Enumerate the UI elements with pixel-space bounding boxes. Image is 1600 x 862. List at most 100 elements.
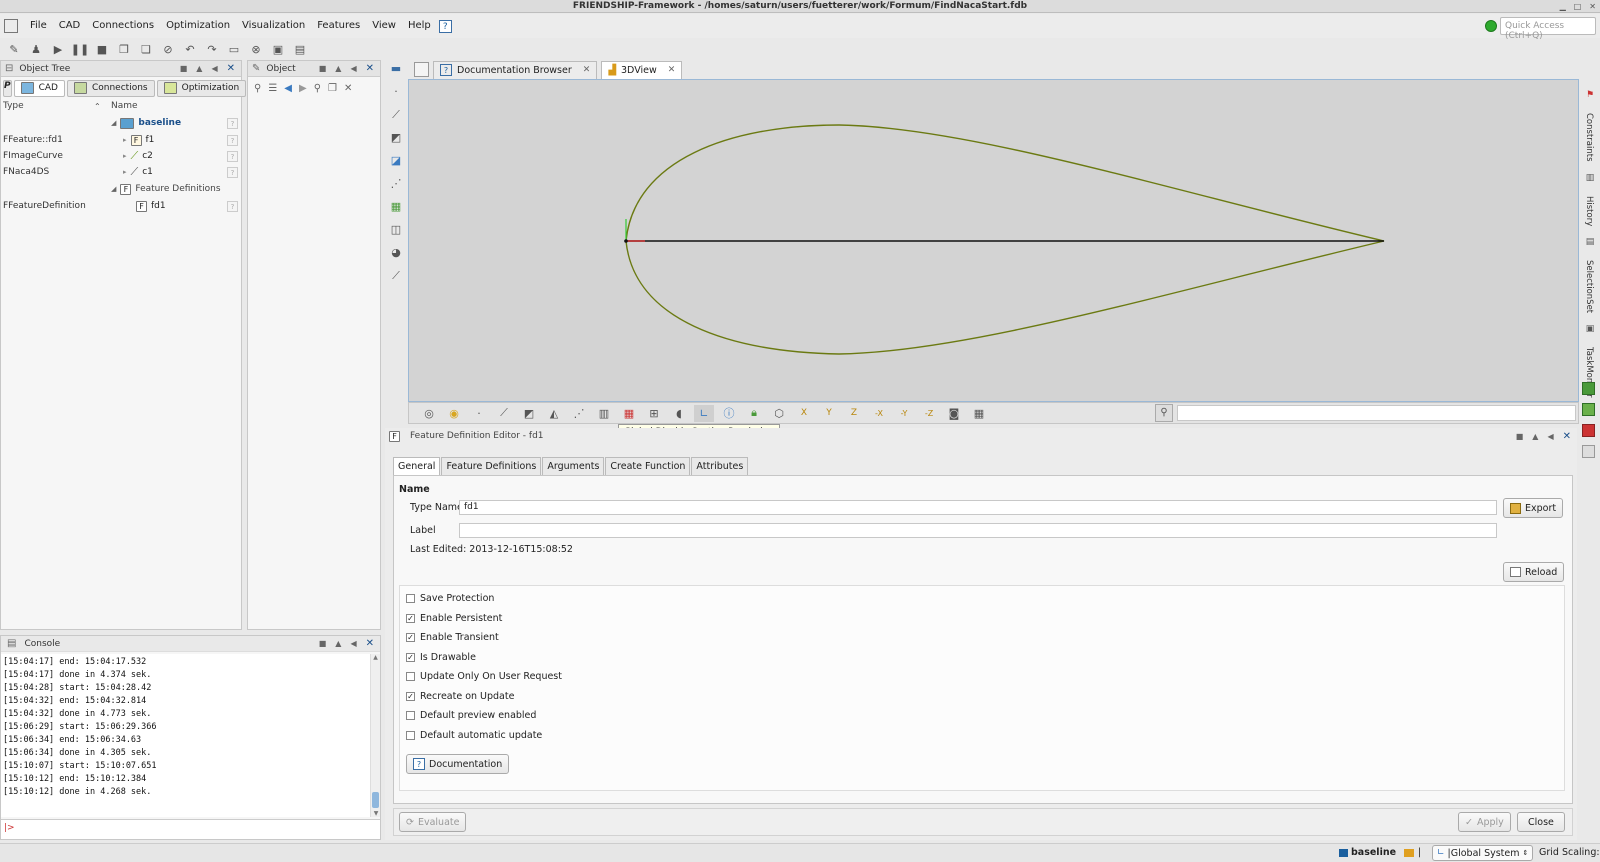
left-icon[interactable]: ◀ bbox=[350, 64, 356, 73]
quick-access-input[interactable]: Quick Access (Ctrl+Q) bbox=[1500, 17, 1596, 41]
tab-feature-definitions[interactable]: Feature Definitions bbox=[441, 457, 542, 475]
global-section-icon[interactable]: ∟ bbox=[694, 404, 714, 422]
tab-3dview[interactable]: ▟ 3DView ✕ bbox=[601, 60, 683, 79]
tab-optimization[interactable]: Optimization bbox=[156, 79, 247, 97]
documentation-button[interactable]: ? Documentation bbox=[406, 754, 510, 774]
apply-button[interactable]: ✓ Apply bbox=[1458, 812, 1511, 832]
tab-general[interactable]: General bbox=[393, 457, 441, 475]
offset-icon[interactable]: ⋰ bbox=[386, 175, 406, 192]
close-icon[interactable]: ✕ bbox=[227, 63, 235, 74]
scroll-thumb[interactable] bbox=[372, 792, 379, 808]
menu-file[interactable]: File bbox=[24, 14, 53, 38]
enable-persistent-row[interactable]: ✓ Enable Persistent bbox=[406, 609, 562, 629]
tab-create-function[interactable]: Create Function bbox=[605, 457, 691, 475]
help-qmark-icon[interactable]: ? bbox=[227, 200, 238, 212]
console-scrollbar[interactable]: ▲ ▼ bbox=[370, 654, 380, 817]
camera-icon[interactable]: ◙ bbox=[944, 405, 964, 422]
select-icon[interactable]: ◪ bbox=[386, 152, 406, 169]
history-icon[interactable]: ▥ bbox=[1582, 170, 1598, 186]
tree-row-feature-definitions[interactable]: ◢ F Feature Definitions bbox=[1, 181, 241, 197]
open-icon[interactable]: ▭ bbox=[226, 41, 242, 57]
close-icon[interactable]: ✕ bbox=[366, 63, 374, 74]
edit-icon[interactable]: ✎ bbox=[6, 41, 22, 57]
console-output[interactable]: [15:04:17] end: 15:04:17.532 [15:04:17] … bbox=[1, 654, 370, 817]
mesh-icon[interactable]: ▦ bbox=[386, 198, 406, 215]
red-tool-icon[interactable] bbox=[1582, 424, 1595, 437]
up-icon[interactable]: ▲ bbox=[1532, 432, 1538, 441]
type-name-input[interactable]: fd1 bbox=[459, 500, 1497, 515]
curves-icon[interactable]: ⟋ bbox=[494, 405, 514, 422]
enable-transient-checkbox[interactable]: ✓ bbox=[406, 633, 415, 643]
list-icon[interactable]: ☰ bbox=[268, 83, 277, 94]
info-icon[interactable]: ⓘ bbox=[719, 405, 739, 422]
cube-icon[interactable]: ⬡ bbox=[769, 405, 789, 422]
view-y-icon[interactable]: Y bbox=[819, 405, 839, 422]
help-qmark-icon[interactable]: ? bbox=[227, 150, 238, 162]
close-tab-icon[interactable]: ✕ bbox=[668, 65, 676, 75]
tab-attributes[interactable]: Attributes bbox=[691, 457, 749, 475]
shading-icon[interactable]: ◉ bbox=[444, 405, 464, 422]
undo-icon[interactable]: ↶ bbox=[182, 41, 198, 57]
pen-icon[interactable]: ⟋ bbox=[386, 267, 406, 284]
maximize-icon[interactable]: □ bbox=[1574, 2, 1582, 11]
close-icon[interactable]: ✕ bbox=[1563, 431, 1571, 442]
default-automatic-update-row[interactable]: Default automatic update bbox=[406, 726, 562, 746]
tree-row-c1[interactable]: FNaca4DS ▸ ⟋ c1 ? bbox=[1, 164, 241, 180]
constraints-icon[interactable]: ⚑ bbox=[1582, 87, 1598, 103]
surface-icon[interactable]: ◩ bbox=[386, 129, 406, 146]
forward-icon[interactable]: ▶ bbox=[299, 83, 307, 94]
expand-icon[interactable]: ▸ bbox=[123, 136, 127, 144]
view-neg-z-icon[interactable]: -Z bbox=[919, 405, 939, 422]
task-monitor-icon[interactable]: ▣ bbox=[1582, 321, 1598, 337]
tree-row-f1[interactable]: FFeature::fd1 ▸ F f1 ? bbox=[1, 132, 241, 148]
lock-icon[interactable]: 🔒︎ bbox=[744, 405, 764, 422]
tab-cad[interactable]: CAD bbox=[13, 79, 65, 97]
recreate-on-update-checkbox[interactable]: ✓ bbox=[406, 691, 415, 701]
scroll-up-icon[interactable]: ▲ bbox=[371, 654, 380, 661]
update-only-on-request-row[interactable]: Update Only On User Request bbox=[406, 667, 562, 687]
green-tool-icon[interactable] bbox=[1582, 382, 1595, 395]
column-name[interactable]: Name bbox=[111, 101, 138, 111]
up-icon[interactable]: ▲ bbox=[335, 64, 341, 73]
view-neg-x-icon[interactable]: -X bbox=[869, 405, 889, 422]
up-icon[interactable]: ▲ bbox=[196, 64, 202, 73]
person-icon[interactable]: ♟ bbox=[28, 41, 44, 57]
recreate-on-update-row[interactable]: ✓ Recreate on Update bbox=[406, 687, 562, 707]
scroll-down-icon[interactable]: ▼ bbox=[371, 810, 381, 817]
evaluate-button[interactable]: ⟳ Evaluate bbox=[399, 812, 467, 832]
menu-optimization[interactable]: Optimization bbox=[160, 14, 236, 38]
status-baseline[interactable]: baseline bbox=[1351, 847, 1396, 858]
menu-view[interactable]: View bbox=[366, 14, 402, 38]
collapse-icon[interactable]: ◢ bbox=[111, 119, 116, 127]
left-icon[interactable]: ◀ bbox=[350, 639, 356, 648]
point-icon[interactable]: · bbox=[386, 83, 406, 100]
menu-features[interactable]: Features bbox=[311, 14, 366, 38]
help-qmark-icon[interactable]: ? bbox=[227, 134, 238, 146]
float-icon[interactable]: ■ bbox=[1516, 432, 1524, 441]
menu-help[interactable]: Help bbox=[402, 14, 437, 38]
close-window-icon[interactable]: ✕ bbox=[1589, 2, 1596, 11]
help-qmark-icon[interactable]: ? bbox=[227, 117, 238, 129]
help-icon[interactable]: ? bbox=[438, 19, 452, 33]
default-automatic-update-checkbox[interactable] bbox=[406, 730, 415, 740]
play-icon[interactable]: ▶ bbox=[50, 41, 66, 57]
tree-row-c2[interactable]: FImageCurve ▸ ⟋ c2 ? bbox=[1, 148, 241, 164]
copy-icon[interactable]: ❐ bbox=[116, 41, 132, 57]
selection-set-icon[interactable]: ▤ bbox=[1582, 234, 1598, 250]
grid-icon[interactable]: ▦ bbox=[969, 405, 989, 422]
is-drawable-checkbox[interactable]: ✓ bbox=[406, 652, 415, 662]
green-tool-icon[interactable] bbox=[1582, 403, 1595, 416]
menu-cad[interactable]: CAD bbox=[53, 14, 87, 38]
sections-icon[interactable]: ▥ bbox=[594, 405, 614, 422]
tab-p[interactable]: P bbox=[3, 79, 12, 97]
disable-sections-icon[interactable]: ▦ bbox=[619, 405, 639, 422]
stop-icon[interactable]: ■ bbox=[94, 41, 110, 57]
save-protection-row[interactable]: Save Protection bbox=[406, 589, 562, 609]
save-as-icon[interactable]: ▤ bbox=[292, 41, 308, 57]
expand-icon[interactable]: ▸ bbox=[123, 152, 127, 160]
expand-icon[interactable]: ▸ bbox=[123, 168, 127, 176]
column-type[interactable]: Type bbox=[3, 101, 24, 111]
left-icon[interactable]: ◀ bbox=[1547, 432, 1553, 441]
close-button[interactable]: Close bbox=[1517, 812, 1565, 832]
default-preview-row[interactable]: Default preview enabled bbox=[406, 706, 562, 726]
